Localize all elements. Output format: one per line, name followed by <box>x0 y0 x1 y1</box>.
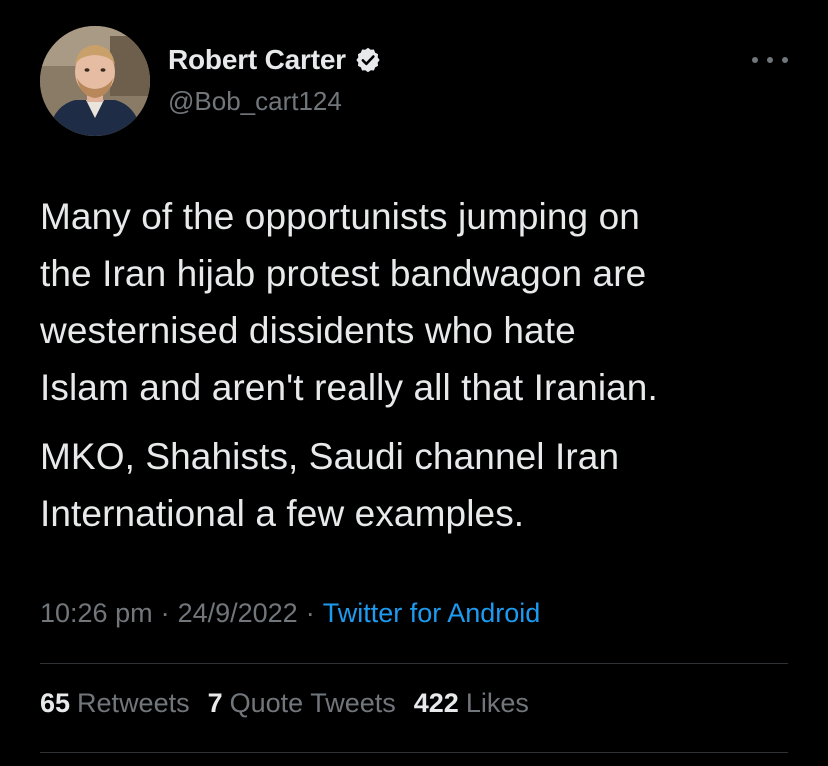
avatar[interactable] <box>40 26 150 136</box>
more-dot <box>767 57 773 63</box>
tweet-meta: 10:26 pm · 24/9/2022 · Twitter for Android <box>40 598 540 629</box>
tweet-paragraph: Many of the opportunists jumping on the … <box>40 196 658 408</box>
tweet-text: Many of the opportunists jumping on the … <box>40 188 800 542</box>
quote-tweets-count: 7 <box>207 688 223 718</box>
quote-tweets-stat[interactable]: 7 Quote Tweets <box>208 688 396 719</box>
retweets-stat[interactable]: 65 Retweets <box>40 688 190 719</box>
meta-separator: · <box>305 598 315 628</box>
divider <box>40 752 788 753</box>
retweets-label: Retweets <box>77 688 190 718</box>
author-handle[interactable]: @Bob_cart124 <box>168 86 342 117</box>
meta-separator: · <box>160 598 170 628</box>
tweet-paragraph: MKO, Shahists, Saudi channel Iran Intern… <box>40 436 620 534</box>
avatar-image <box>40 26 150 136</box>
tweet-detail: Robert Carter @Bob_cart124 Many of the o… <box>0 0 828 766</box>
verified-badge-icon <box>354 46 382 74</box>
author-display-name[interactable]: Robert Carter <box>168 44 346 76</box>
more-options-icon[interactable] <box>752 48 788 72</box>
divider <box>40 663 788 664</box>
quote-tweets-label: Quote Tweets <box>229 688 396 718</box>
likes-label: Likes <box>465 688 529 718</box>
likes-count: 422 <box>413 688 459 718</box>
author-name-row: Robert Carter <box>168 44 382 76</box>
likes-stat[interactable]: 422 Likes <box>414 688 529 719</box>
tweet-date[interactable]: 24/9/2022 <box>178 598 298 628</box>
more-dot <box>752 57 758 63</box>
tweet-time[interactable]: 10:26 pm <box>40 598 153 628</box>
tweet-source-link[interactable]: Twitter for Android <box>323 598 541 628</box>
tweet-stats: 65 Retweets 7 Quote Tweets 422 Likes <box>40 688 529 719</box>
retweets-count: 65 <box>40 688 71 718</box>
more-dot <box>782 57 788 63</box>
